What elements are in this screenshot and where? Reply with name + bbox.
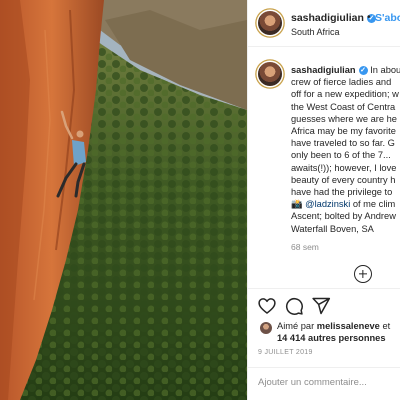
caption-line: Ascent; bolted by Andrew xyxy=(291,211,396,222)
caption-line: guesses where we are he xyxy=(291,113,397,124)
load-more-comments-icon[interactable] xyxy=(354,265,372,283)
caption-line: only been to 6 of the 7... xyxy=(291,150,391,161)
comment-box xyxy=(248,367,400,400)
heart-icon[interactable] xyxy=(257,296,277,316)
likes-prefix: Aimé par xyxy=(277,321,317,331)
post-actions: Aimé par melissaleneve et 14 414 autres … xyxy=(248,288,400,400)
caption-line: In abou xyxy=(370,65,400,75)
climbing-photo xyxy=(0,0,247,400)
comment-icon[interactable] xyxy=(284,296,304,316)
likes-count-link[interactable]: 14 414 autres personnes xyxy=(277,333,386,343)
follow-button[interactable]: S'abo xyxy=(375,12,400,24)
author-username-text[interactable]: sashadigiulian xyxy=(291,12,364,24)
verified-icon: ✓ xyxy=(358,66,368,75)
mention-link[interactable]: @ladzinski xyxy=(305,199,350,209)
caption-username[interactable]: sashadigiulian ✓ xyxy=(291,65,368,75)
caption-line: awaits(!)); however, I love xyxy=(291,162,397,173)
liker-avatar[interactable] xyxy=(260,322,272,334)
caption-line: Waterfall Boven, SA xyxy=(291,223,374,234)
post-date[interactable]: 9 JUILLET 2019 xyxy=(258,349,313,356)
caption-line: of me clim xyxy=(350,199,396,210)
caption-line: off for a new expedition; w xyxy=(291,89,399,100)
caption-line: have traveled to so far. G xyxy=(291,138,395,149)
caption-author-avatar[interactable] xyxy=(258,62,282,86)
caption-username-text[interactable]: sashadigiulian xyxy=(291,65,356,75)
liked-by-username[interactable]: melissaleneve xyxy=(317,321,380,331)
post-side-panel: sashadigiulian✓ • S'abo South Africa sas… xyxy=(247,0,400,400)
author-username[interactable]: sashadigiulian ✓ xyxy=(291,12,376,24)
caption-line: the West Coast of Centra xyxy=(291,101,396,112)
caption-line: beauty of every country h xyxy=(291,174,396,185)
caption-line: have had the privilege to xyxy=(291,187,393,198)
likes-joiner: et xyxy=(379,321,391,331)
author-avatar[interactable] xyxy=(258,11,282,35)
caption-timestamp[interactable]: 68 sem xyxy=(291,242,319,252)
caption-line: Africa may be my favorite xyxy=(291,126,396,137)
post-photo[interactable] xyxy=(0,0,247,400)
post-location[interactable]: South Africa xyxy=(291,27,340,37)
post-header: sashadigiulian✓ • S'abo South Africa xyxy=(248,0,400,47)
camera-icon: 📸 xyxy=(291,199,303,210)
separator-dot: • xyxy=(367,12,371,23)
comment-input[interactable] xyxy=(258,377,398,388)
share-icon[interactable] xyxy=(311,296,331,316)
likes-summary: Aimé par melissaleneve et 14 414 autres … xyxy=(277,320,400,344)
caption-line: crew of fierce ladies and xyxy=(291,77,392,88)
post-caption: sashadigiulian ✓ In abou crew of fierce l… xyxy=(291,64,400,235)
